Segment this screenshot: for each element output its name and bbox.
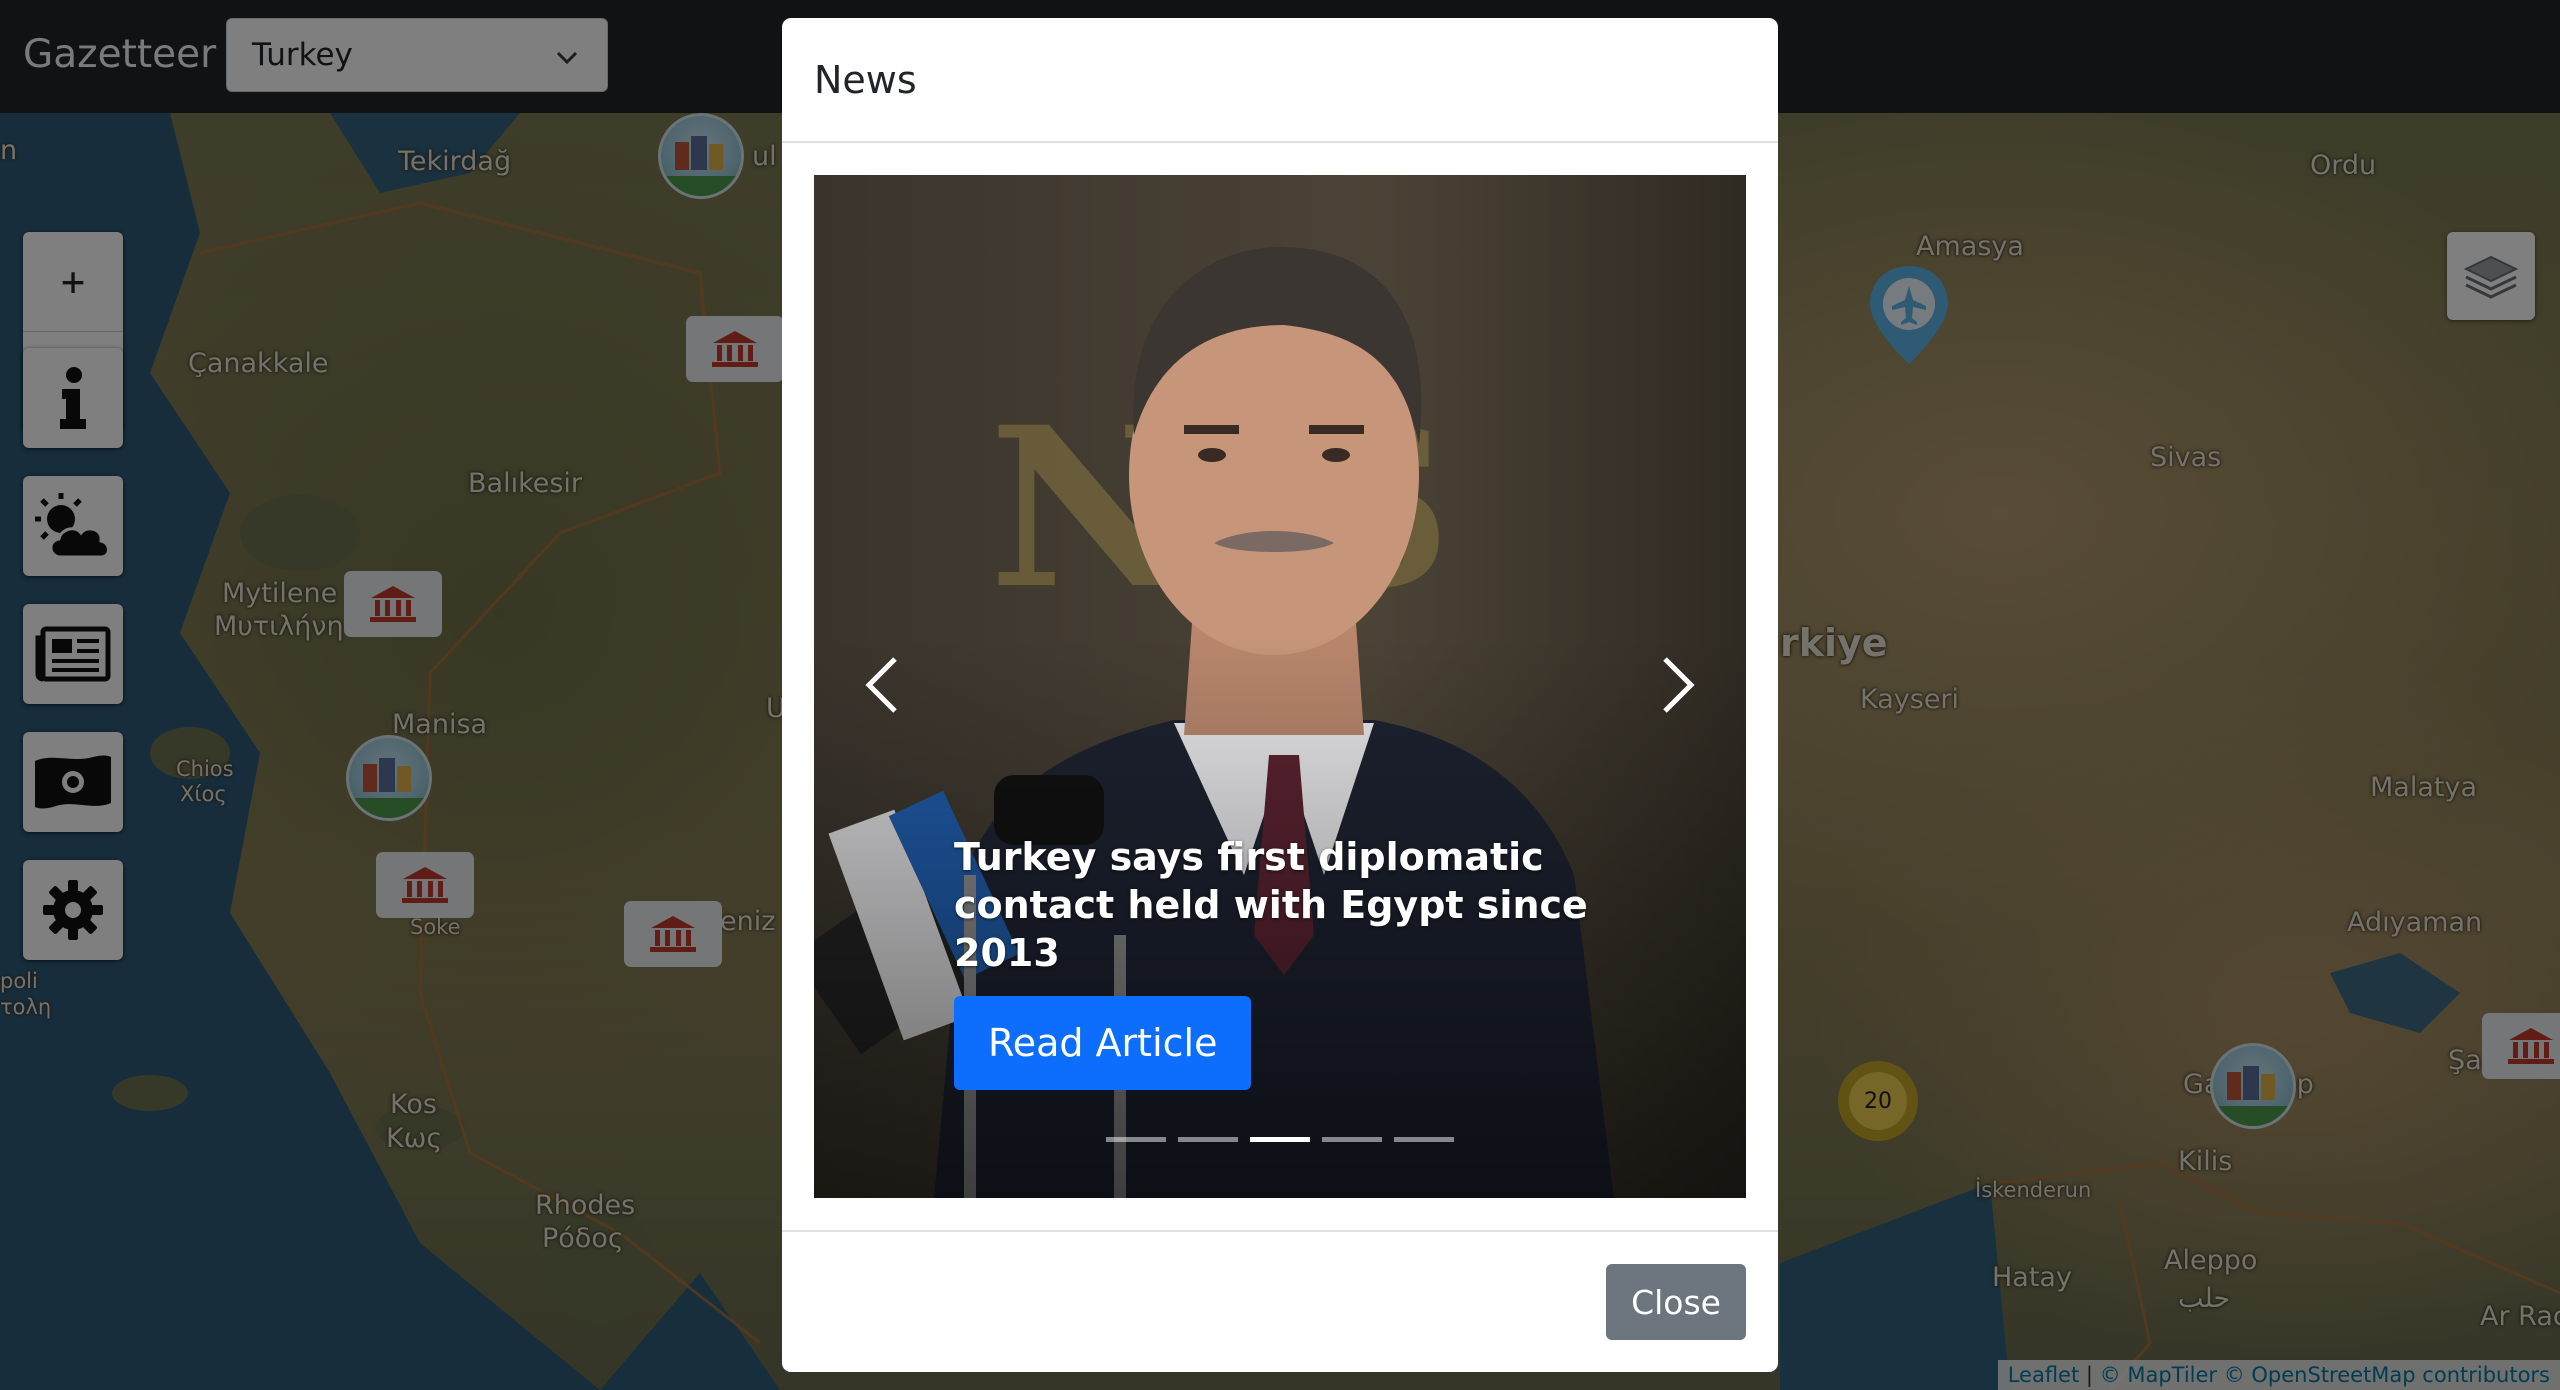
news-modal: News NIS (782, 18, 1778, 1372)
carousel-indicator-active[interactable] (1250, 1137, 1310, 1142)
carousel-indicator[interactable] (1394, 1137, 1454, 1142)
carousel-caption: Turkey says first diplomatic contact hel… (954, 833, 1654, 1090)
close-button[interactable]: Close (1606, 1264, 1746, 1340)
article-title: Turkey says first diplomatic contact hel… (954, 835, 1588, 975)
carousel-prev-button[interactable] (852, 645, 912, 725)
chevron-right-icon (1663, 657, 1695, 713)
carousel-indicator[interactable] (1106, 1137, 1166, 1142)
chevron-left-icon (865, 657, 897, 713)
carousel-indicator[interactable] (1322, 1137, 1382, 1142)
modal-title: News (814, 58, 917, 102)
carousel-indicator[interactable] (1178, 1137, 1238, 1142)
modal-header: News (782, 18, 1778, 143)
carousel-next-button[interactable] (1648, 645, 1708, 725)
modal-footer: Close (782, 1230, 1778, 1372)
read-article-button[interactable]: Read Article (954, 996, 1252, 1090)
carousel-indicators (814, 1137, 1746, 1142)
news-carousel: NIS (814, 175, 1746, 1198)
